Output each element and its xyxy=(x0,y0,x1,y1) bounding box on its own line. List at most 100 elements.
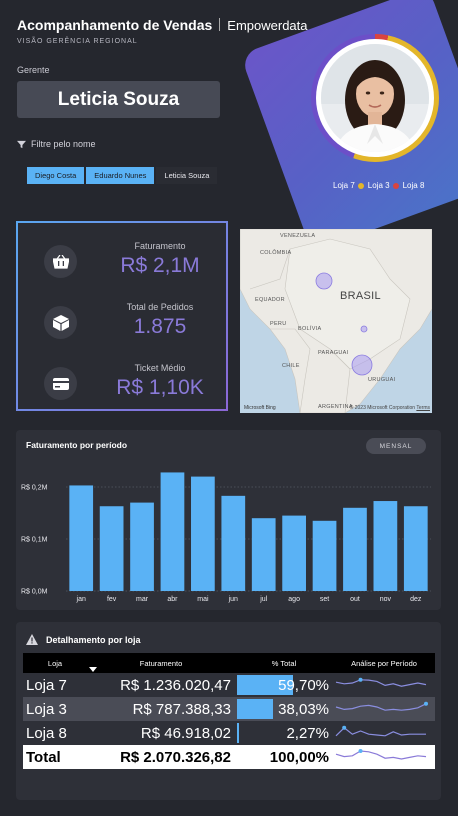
store-legend: Loja 7 Loja 3 Loja 8 xyxy=(333,181,424,190)
cell-loja: Total xyxy=(23,745,87,769)
kpi-value: R$ 1,10K xyxy=(116,376,204,399)
sparkline-line xyxy=(335,750,427,760)
bar-mai[interactable] xyxy=(191,476,215,591)
pct-databar xyxy=(237,723,240,743)
column-header-pct-total[interactable]: % Total xyxy=(235,653,333,673)
filter-chip-eduardo-nunes[interactable]: Eduardo Nunes xyxy=(86,167,155,184)
sparkline-max-point xyxy=(358,677,363,682)
pct-databar xyxy=(237,699,273,719)
map-label: CHILE xyxy=(282,363,300,369)
sparkline xyxy=(335,749,427,760)
pct-value: 2,27% xyxy=(286,724,329,742)
legend-dot-icon xyxy=(357,182,364,189)
bar-jul[interactable] xyxy=(251,518,276,591)
store-map[interactable]: VENEZUELA COLÔMBIA EQUADOR PERU BRASIL B… xyxy=(240,229,432,413)
legend-item: Loja 8 xyxy=(402,181,425,190)
manager-label: Gerente xyxy=(17,65,50,75)
filter-label: Filtre pelo nome xyxy=(17,139,96,149)
table-title: Detalhamento por loja xyxy=(26,634,141,645)
box-icon xyxy=(44,306,77,339)
cell-sparkline xyxy=(333,673,435,697)
y-tick-label: R$ 0,0M xyxy=(21,589,48,596)
sparkline-line xyxy=(335,703,427,711)
store-detail-panel: Detalhamento por loja Loja Faturamento %… xyxy=(16,622,441,800)
bar-nov[interactable] xyxy=(373,501,398,591)
map-label: PERU xyxy=(270,321,287,327)
pct-value: 59,70% xyxy=(278,676,329,694)
bar-out[interactable] xyxy=(343,507,367,591)
map-label: URUGUAI xyxy=(368,377,396,383)
map-terms-link[interactable]: Terms xyxy=(416,405,430,411)
kpi-value: R$ 2,1M xyxy=(120,254,200,277)
table-header-row: Loja Faturamento % Total Análise por Per… xyxy=(23,653,435,673)
cell-pct-total: 38,03% xyxy=(235,697,333,721)
kpi-label: Faturamento xyxy=(134,241,186,251)
store-share-ring xyxy=(311,34,439,162)
filter-label-text: Filtre pelo nome xyxy=(31,139,96,149)
cell-sparkline xyxy=(333,697,435,721)
bar-dez[interactable] xyxy=(403,506,428,591)
card-icon xyxy=(44,367,77,400)
kpi-orders: Total de Pedidos 1.875 xyxy=(44,302,224,352)
bing-logo: Microsoft Bing xyxy=(244,405,276,411)
x-tick-label: mar xyxy=(136,596,149,603)
x-tick-label: set xyxy=(320,596,329,603)
title-divider xyxy=(219,18,221,31)
pct-value: 100,00% xyxy=(269,748,329,766)
sparkline-line xyxy=(335,727,426,737)
kpi-revenue: Faturamento R$ 2,1M xyxy=(44,241,224,291)
x-tick-label: fev xyxy=(107,596,117,603)
bar-set[interactable] xyxy=(312,520,337,591)
y-tick-label: R$ 0,1M xyxy=(21,537,48,544)
kpi-value: 1.875 xyxy=(133,315,187,338)
bar-chart: R$ 0,0M R$ 0,1M R$ 0,2M jan fev mar abr mai jun j… xyxy=(21,472,431,603)
sparkline-max-point xyxy=(358,749,363,753)
column-header-loja[interactable]: Loja xyxy=(23,653,87,673)
page-title: Acompanhamento de Vendas Empowerdata xyxy=(17,17,308,33)
column-header-faturamento[interactable]: Faturamento xyxy=(87,653,235,673)
x-tick-label: jul xyxy=(259,596,267,603)
x-tick-label: out xyxy=(350,596,360,603)
bar-jan[interactable] xyxy=(69,485,94,591)
table-row[interactable]: Loja 7 R$ 1.236.020,47 59,70% xyxy=(23,673,435,697)
bar-mar[interactable] xyxy=(130,502,154,591)
cell-pct-total: 59,70% xyxy=(235,673,333,697)
bar-jun[interactable] xyxy=(221,495,246,591)
table-row[interactable]: Loja 8 R$ 46.918,02 2,27% xyxy=(23,721,435,745)
x-tick-label: jan xyxy=(76,596,86,603)
x-tick-label: dez xyxy=(410,596,422,603)
cell-loja: Loja 7 xyxy=(26,676,67,694)
pct-value: 38,03% xyxy=(278,700,329,718)
x-tick-label: abr xyxy=(167,596,178,603)
x-tick-label: nov xyxy=(380,596,392,603)
map-label: COLÔMBIA xyxy=(260,250,292,256)
cell-faturamento: R$ 787.388,33 xyxy=(87,697,235,721)
warning-icon xyxy=(26,634,38,645)
kpi-card: Faturamento R$ 2,1M Total de Pedidos 1.8… xyxy=(16,221,228,411)
column-header-analise[interactable]: Análise por Período xyxy=(333,653,435,673)
sparkline xyxy=(335,677,427,687)
bar-ago[interactable] xyxy=(282,515,306,591)
map-label: ARGENTINA xyxy=(318,404,353,410)
bar-fev[interactable] xyxy=(99,506,124,591)
x-tick-label: mai xyxy=(197,596,209,603)
filter-chip-diego-costa[interactable]: Diego Costa xyxy=(27,167,85,184)
filter-icon xyxy=(17,140,26,148)
cell-pct-total: 2,27% xyxy=(235,721,333,745)
map-label: BRASIL xyxy=(340,290,381,302)
legend-item: Loja 7 xyxy=(333,181,355,190)
bar-abr[interactable] xyxy=(160,472,185,591)
manager-avatar xyxy=(321,44,429,152)
y-tick-label: R$ 0,2M xyxy=(21,485,48,492)
filter-chip-leticia-souza[interactable]: Leticia Souza xyxy=(156,167,218,184)
cell-loja: Loja 3 xyxy=(23,697,87,721)
map-copyright: © 2023 Microsoft Corporation Terms xyxy=(349,405,430,411)
table-row[interactable]: Loja 3 R$ 787.388,33 38,03% xyxy=(23,697,435,721)
cell-sparkline xyxy=(333,745,435,769)
legend-item: Loja 3 xyxy=(367,181,390,190)
kpi-label: Ticket Médio xyxy=(134,363,186,373)
table-total-row[interactable]: Total R$ 2.070.326,82 100,00% xyxy=(23,745,435,769)
kpi-ticket: Ticket Médio R$ 1,10K xyxy=(44,363,224,413)
sparkline xyxy=(335,701,428,711)
brand-name: Empowerdata xyxy=(227,18,308,33)
